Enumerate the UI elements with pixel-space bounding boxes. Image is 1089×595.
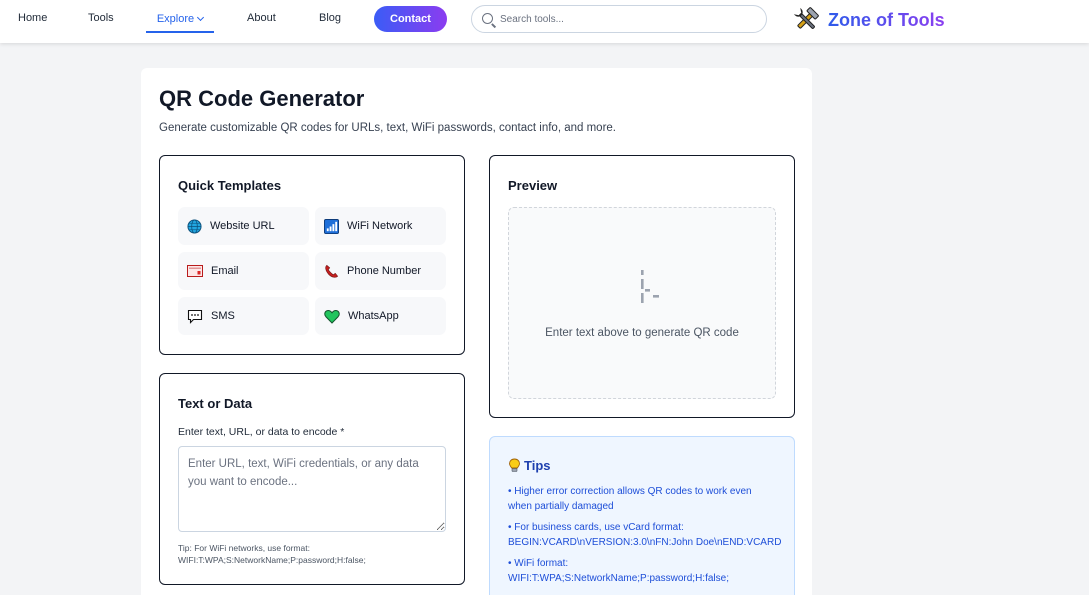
quick-templates-title: Quick Templates: [178, 178, 282, 193]
template-phone-number[interactable]: Phone Number: [315, 252, 446, 290]
nav-blog[interactable]: Blog: [319, 12, 341, 24]
tips-title-text: Tips: [524, 458, 551, 473]
qr-placeholder-icon: [641, 270, 659, 303]
tip-line: • Higher error correction allows QR code…: [508, 486, 752, 497]
template-label: WhatsApp: [348, 310, 399, 322]
nav-about[interactable]: About: [247, 12, 276, 24]
template-whatsapp[interactable]: WhatsApp: [315, 297, 446, 335]
brand-logo[interactable]: Zone of Tools: [792, 6, 945, 34]
top-nav: Home Tools Explore About Blog Contact Zo…: [0, 0, 1089, 43]
text-data-title: Text or Data: [178, 396, 253, 411]
heart-icon: [324, 309, 340, 324]
template-label: Email: [211, 265, 239, 277]
template-sms[interactable]: SMS: [178, 297, 309, 335]
template-label: WiFi Network: [347, 220, 413, 232]
tools-icon: [793, 7, 819, 29]
contact-button[interactable]: Contact: [374, 6, 447, 32]
wifi-tip-line2: WIFI:T:WPA;S:NetworkName;P:password;H:fa…: [178, 555, 366, 565]
email-icon: [187, 265, 203, 277]
tip-line: • WiFi format:: [508, 558, 569, 569]
text-data-label: Enter text, URL, or data to encode *: [178, 426, 345, 438]
template-website-url[interactable]: Website URL: [178, 207, 309, 245]
tip-line: • For business cards, use vCard format:: [508, 522, 684, 533]
tip-line: WIFI:T:WPA;S:NetworkName;P:password;H:fa…: [508, 573, 729, 584]
text-data-input[interactable]: [178, 446, 446, 532]
nav-home[interactable]: Home: [18, 12, 47, 24]
template-email[interactable]: Email: [178, 252, 309, 290]
search-icon: [482, 13, 493, 24]
chevron-down-icon: [197, 13, 205, 21]
nav-explore[interactable]: Explore: [146, 6, 214, 33]
nav-tools[interactable]: Tools: [88, 12, 114, 24]
nav-explore-label: Explore: [156, 12, 195, 25]
preview-title: Preview: [508, 178, 558, 193]
tip-line: when partially damaged: [508, 501, 614, 512]
brand-name: Zone of Tools: [828, 9, 945, 30]
template-wifi-network[interactable]: WiFi Network: [315, 207, 446, 245]
template-label: SMS: [211, 310, 235, 322]
preview-message: Enter text above to generate QR code: [545, 327, 739, 339]
page-title: QR Code Generator: [159, 86, 365, 111]
wifi-tip-line1: Tip: For WiFi networks, use format:: [178, 543, 310, 553]
globe-icon: [187, 218, 202, 234]
phone-icon: [325, 264, 339, 278]
search-input[interactable]: [500, 10, 755, 28]
template-label: Phone Number: [347, 265, 421, 277]
tip-line: BEGIN:VCARD\nVERSION:3.0\nFN:John Doe\nE…: [508, 537, 782, 548]
lightbulb-icon: [509, 458, 520, 472]
page-subtitle: Generate customizable QR codes for URLs,…: [159, 122, 616, 134]
template-label: Website URL: [210, 220, 275, 232]
tips-title: Tips: [508, 458, 551, 473]
search-box: [471, 5, 767, 33]
sms-icon: [187, 309, 203, 324]
qr-preview-area: Enter text above to generate QR code: [508, 207, 776, 399]
wifi-icon: [324, 218, 339, 234]
